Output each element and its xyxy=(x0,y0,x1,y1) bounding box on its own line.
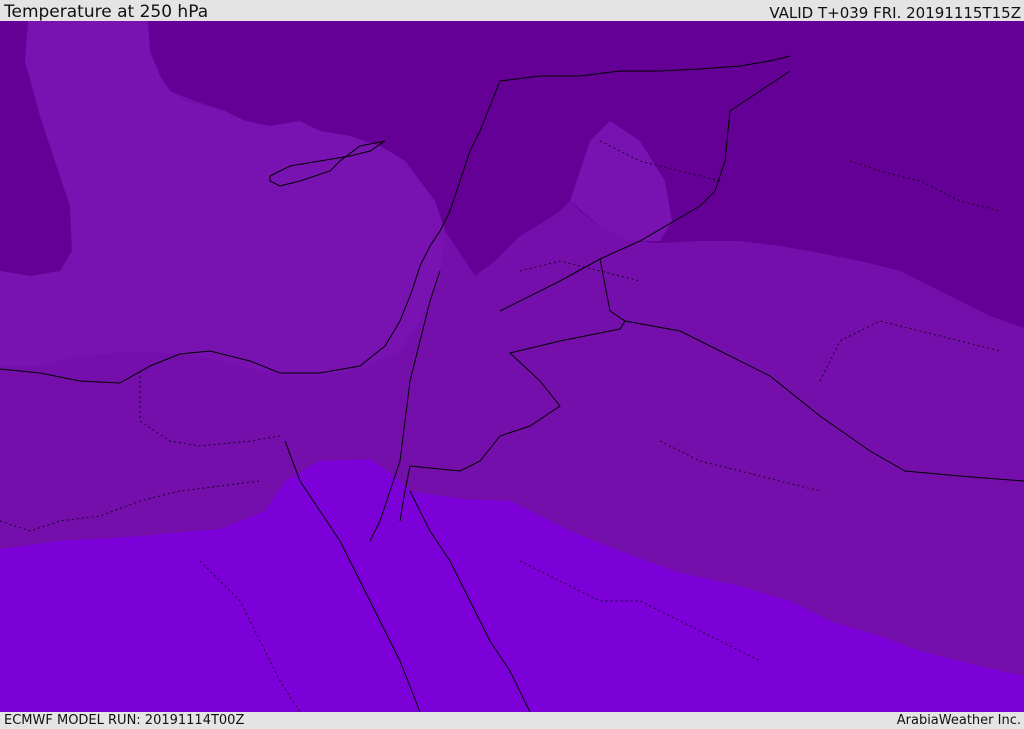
map-title: Temperature at 250 hPa xyxy=(4,2,209,22)
model-run: ECMWF MODEL RUN: 20191114T00Z xyxy=(4,713,245,728)
temperature-map xyxy=(0,21,1024,712)
map-area xyxy=(0,21,1024,712)
footer-bar: ECMWF MODEL RUN: 20191114T00Z ArabiaWeat… xyxy=(0,712,1024,729)
header-bar: Temperature at 250 hPa VALID T+039 FRI. … xyxy=(0,0,1024,21)
credit-text: ArabiaWeather Inc. xyxy=(896,713,1021,728)
valid-time: VALID T+039 FRI. 20191115T15Z xyxy=(769,4,1021,22)
